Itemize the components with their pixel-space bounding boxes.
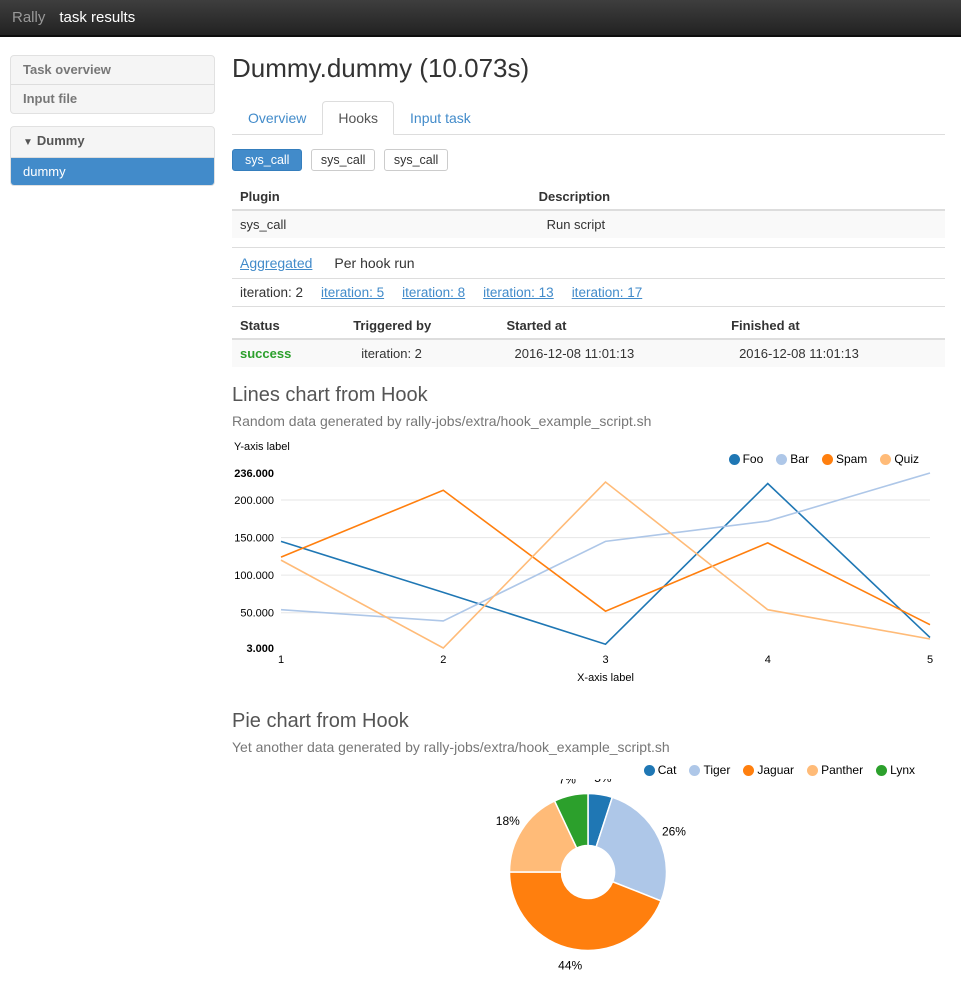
line-chart-canvas[interactable]: 236.000 200.000 150.000 100.000 50.000 3.000 1…: [232, 437, 945, 685]
svg-text:2: 2: [440, 654, 446, 666]
lines-chart-title: Lines chart from Hook: [232, 384, 945, 407]
legend-item[interactable]: Foo: [729, 452, 764, 466]
legend-item[interactable]: Tiger: [689, 763, 730, 777]
triggered-by-col-header: Triggered by: [353, 315, 506, 339]
tab-hooks[interactable]: Hooks: [322, 101, 394, 135]
status-badge: success: [232, 339, 353, 367]
sidebar-scenario-panel: ▼ Dummy dummy: [10, 126, 215, 186]
plugin-col-header: Plugin: [232, 186, 539, 210]
legend-dot-icon: [876, 765, 887, 776]
svg-text:236.000: 236.000: [234, 468, 274, 480]
status-col-header: Status: [232, 315, 353, 339]
svg-text:26%: 26%: [662, 825, 686, 839]
svg-text:50.000: 50.000: [240, 608, 274, 620]
legend-dot-icon: [776, 454, 787, 465]
sidebar: Task overview Input file ▼ Dummy dummy: [10, 55, 215, 186]
iteration-tab-17[interactable]: iteration: 17: [572, 285, 643, 300]
iteration-tab-13[interactable]: iteration: 13: [483, 285, 554, 300]
finished-at-cell: 2016-12-08 11:01:13: [731, 339, 945, 367]
legend-item[interactable]: Jaguar: [743, 763, 794, 777]
legend-item[interactable]: Spam: [822, 452, 867, 466]
hook-button-row: sys_call sys_call sys_call: [232, 149, 945, 171]
plugin-table-header-row: Plugin Description: [232, 186, 945, 210]
sidebar-group-dummy[interactable]: ▼ Dummy: [11, 127, 214, 157]
top-navbar: Rally task results: [0, 0, 961, 37]
legend-dot-icon: [880, 454, 891, 465]
sidebar-nav-panel: Task overview Input file: [10, 55, 215, 114]
svg-text:150.000: 150.000: [234, 533, 274, 545]
description-cell: Run script: [539, 210, 945, 238]
tab-bar: Overview Hooks Input task: [232, 101, 945, 135]
legend-item[interactable]: Quiz: [880, 452, 919, 466]
pie-chart-subtitle: Yet another data generated by rally-jobs…: [232, 739, 945, 755]
started-at-cell: 2016-12-08 11:01:13: [506, 339, 731, 367]
svg-text:4: 4: [765, 654, 771, 666]
svg-text:44%: 44%: [558, 958, 582, 972]
legend-dot-icon: [822, 454, 833, 465]
view-tab-aggregated[interactable]: Aggregated: [240, 255, 312, 271]
table-row: success iteration: 2 2016-12-08 11:01:13…: [232, 339, 945, 367]
hook-button-sys-call-2[interactable]: sys_call: [311, 149, 375, 171]
runs-table-header-row: Status Triggered by Started at Finished …: [232, 315, 945, 339]
caret-down-icon: ▼: [23, 137, 33, 148]
iteration-tab-2[interactable]: iteration: 2: [240, 285, 303, 300]
line-chart-legend: Foo Bar Spam Quiz: [729, 452, 919, 466]
pie-chart-canvas[interactable]: 5% 26% 44% 18% 7%: [232, 779, 945, 985]
view-mode-tabs: Aggregated Per hook run: [232, 247, 945, 279]
description-col-header: Description: [539, 186, 945, 210]
line-chart: Y-axis label Foo Bar Spam Quiz 236.000 200.0…: [232, 437, 945, 685]
triggered-by-cell: iteration: 2: [353, 339, 506, 367]
legend-dot-icon: [743, 765, 754, 776]
svg-text:5: 5: [927, 654, 933, 666]
page-header-title: task results: [59, 9, 135, 26]
pie-chart: Cat Tiger Jaguar Panther Lynx 5% 26% 44% 18% 7%: [232, 763, 945, 985]
pie-chart-legend: Cat Tiger Jaguar Panther Lynx: [232, 763, 915, 777]
view-tab-per-hook-run[interactable]: Per hook run: [334, 255, 414, 271]
legend-dot-icon: [807, 765, 818, 776]
hook-button-sys-call-3[interactable]: sys_call: [384, 149, 448, 171]
page-title: Dummy.dummy (10.073s): [232, 53, 945, 84]
lines-chart-subtitle: Random data generated by rally-jobs/extr…: [232, 413, 945, 429]
svg-text:18%: 18%: [496, 814, 520, 828]
y-axis-label: Y-axis label: [234, 441, 290, 453]
legend-item[interactable]: Panther: [807, 763, 863, 777]
pie-chart-title: Pie chart from Hook: [232, 710, 945, 733]
hook-button-sys-call-1[interactable]: sys_call: [232, 149, 302, 171]
tab-input-task[interactable]: Input task: [394, 101, 487, 135]
iteration-tab-5[interactable]: iteration: 5: [321, 285, 384, 300]
pie-slice: [596, 797, 666, 901]
svg-text:3.000: 3.000: [246, 643, 274, 655]
legend-dot-icon: [689, 765, 700, 776]
brand-link[interactable]: Rally: [12, 9, 45, 26]
sidebar-group-label: Dummy: [37, 133, 85, 148]
main-content: Dummy.dummy (10.073s) Overview Hooks Inp…: [232, 45, 945, 985]
svg-text:200.000: 200.000: [234, 495, 274, 507]
svg-text:5%: 5%: [594, 779, 612, 785]
finished-at-col-header: Finished at: [731, 315, 945, 339]
svg-text:3: 3: [602, 654, 608, 666]
legend-item[interactable]: Cat: [644, 763, 677, 777]
sidebar-item-task-overview[interactable]: Task overview: [11, 56, 214, 84]
iteration-tabs: iteration: 2 iteration: 5 iteration: 8 i…: [232, 279, 945, 307]
table-row: sys_call Run script: [232, 210, 945, 238]
svg-text:1: 1: [278, 654, 284, 666]
legend-dot-icon: [729, 454, 740, 465]
svg-text:7%: 7%: [559, 779, 577, 786]
runs-table: Status Triggered by Started at Finished …: [232, 315, 945, 367]
tab-overview[interactable]: Overview: [232, 101, 322, 135]
sidebar-item-dummy-active[interactable]: dummy: [11, 157, 214, 185]
iteration-tab-8[interactable]: iteration: 8: [402, 285, 465, 300]
svg-text:100.000: 100.000: [234, 570, 274, 582]
plugin-table: Plugin Description sys_call Run script: [232, 186, 945, 238]
sidebar-item-input-file[interactable]: Input file: [11, 84, 214, 113]
legend-item[interactable]: Lynx: [876, 763, 915, 777]
plugin-cell: sys_call: [232, 210, 539, 238]
legend-dot-icon: [644, 765, 655, 776]
svg-text:X-axis label: X-axis label: [577, 672, 634, 684]
started-at-col-header: Started at: [506, 315, 731, 339]
legend-item[interactable]: Bar: [776, 452, 809, 466]
